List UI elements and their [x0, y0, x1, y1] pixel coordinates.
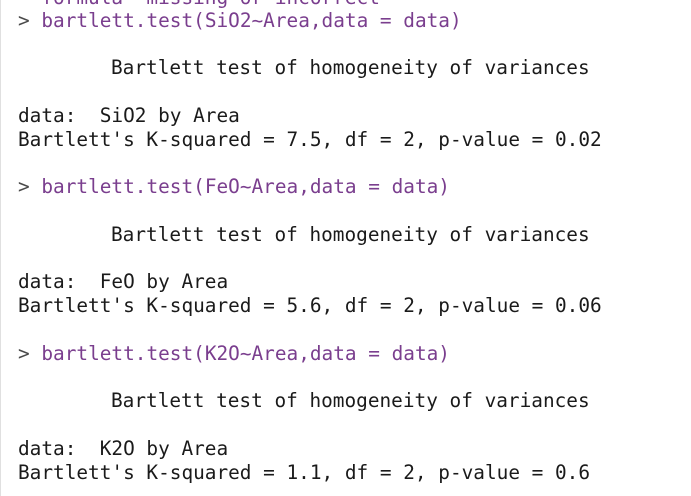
command-text: bartlett.test(FeO~Area,data = data) — [41, 175, 450, 198]
prompt-symbol: > — [18, 342, 30, 365]
data-line: data: FeO by Area — [18, 270, 229, 293]
command-text: bartlett.test(K2O~Area,data = data) — [41, 342, 450, 365]
command-line-sio2: > bartlett.test(SiO2~Area,data = data) — [18, 9, 462, 33]
test-heading: Bartlett test of homogeneity of variance… — [111, 56, 590, 79]
result-line: Bartlett's K-squared = 1.1, df = 2, p-va… — [18, 461, 591, 484]
prompt-symbol: > — [18, 175, 30, 198]
r-console-output[interactable]: formula' missing or incorrect > bartlett… — [0, 0, 691, 496]
data-line: data: K2O by Area — [18, 437, 229, 460]
result-line: Bartlett's K-squared = 5.6, df = 2, p-va… — [18, 294, 602, 317]
result-line: Bartlett's K-squared = 7.5, df = 2, p-va… — [18, 128, 602, 151]
test-heading: Bartlett test of homogeneity of variance… — [111, 223, 590, 246]
test-heading: Bartlett test of homogeneity of variance… — [111, 389, 590, 412]
data-line: data: SiO2 by Area — [18, 104, 240, 127]
console-left-border — [0, 0, 1, 496]
command-line-k2o: > bartlett.test(K2O~Area,data = data) — [18, 342, 450, 366]
command-line-feo: > bartlett.test(FeO~Area,data = data) — [18, 175, 450, 199]
command-text: bartlett.test(SiO2~Area,data = data) — [41, 9, 462, 32]
prompt-symbol: > — [18, 9, 30, 32]
